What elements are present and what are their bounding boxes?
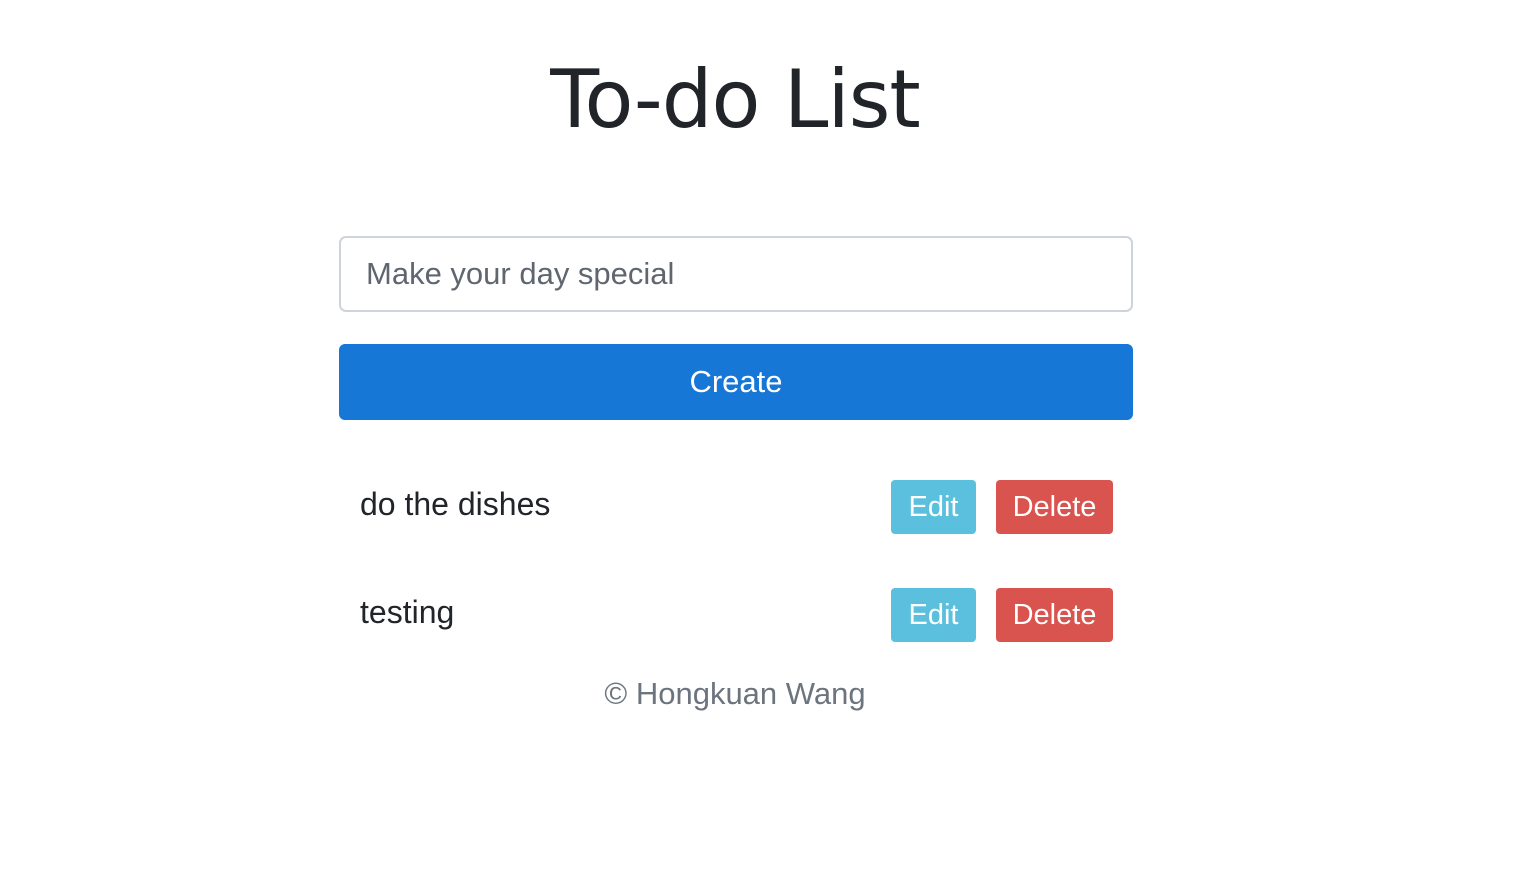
delete-button[interactable]: Delete xyxy=(996,480,1113,534)
list-item: do the dishes Edit Delete xyxy=(339,452,1133,560)
page-title: To-do List xyxy=(550,53,921,146)
footer-copyright: © Hongkuan Wang xyxy=(604,676,866,711)
delete-button[interactable]: Delete xyxy=(996,588,1113,642)
edit-button[interactable]: Edit xyxy=(891,480,976,534)
todo-input[interactable] xyxy=(339,236,1133,312)
create-button[interactable]: Create xyxy=(339,344,1133,420)
todo-text: do the dishes xyxy=(360,486,551,522)
edit-button[interactable]: Edit xyxy=(891,588,976,642)
todo-list: do the dishes Edit Delete testing Edit D… xyxy=(339,452,1133,668)
list-item: testing Edit Delete xyxy=(339,560,1133,668)
todo-text: testing xyxy=(360,594,455,630)
todo-app: To-do List Create do the dishes Edit Del… xyxy=(0,0,1520,886)
todo-form: Create xyxy=(339,236,1133,420)
